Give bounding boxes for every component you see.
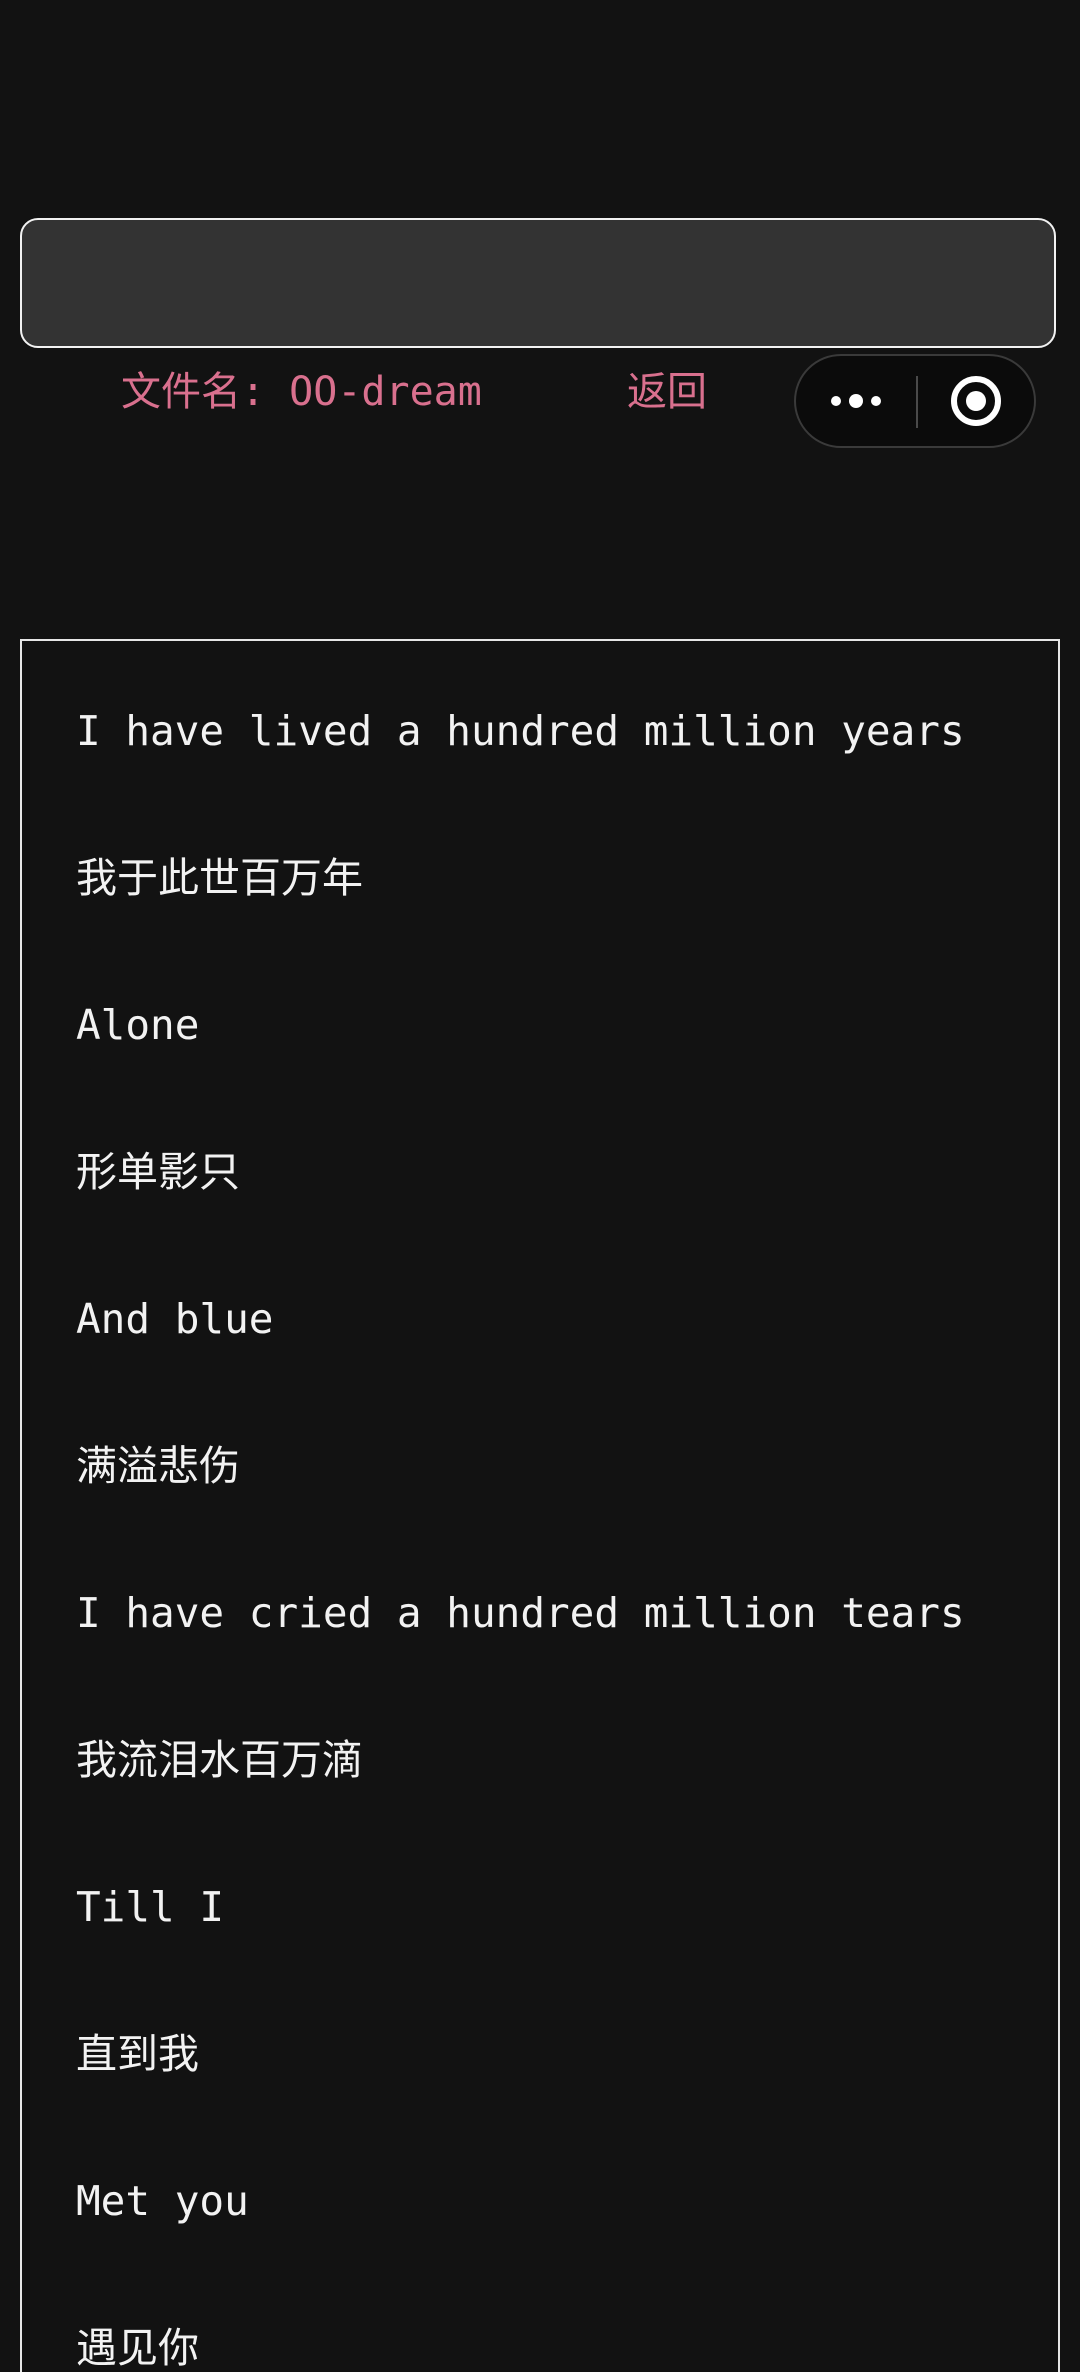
lyric-line: 我于此世百万年	[76, 854, 363, 902]
mini-program-capsule	[794, 354, 1036, 448]
lyric-line: Met you	[76, 2177, 249, 2225]
lyric-line: I have lived a hundred million years	[76, 707, 965, 755]
lyric-line: I have cried a hundred million tears	[76, 1589, 965, 1637]
lyric-line: Alone	[76, 1001, 200, 1049]
lyrics-content-box: I have lived a hundred million years 我于此…	[20, 639, 1060, 2372]
lyric-line: Till I	[76, 1883, 225, 1931]
page: 文件名: OO-dream 返回 I have lived a hundred …	[0, 0, 1080, 2372]
search-input-box[interactable]	[20, 218, 1056, 348]
lyric-line: 我流泪水百万滴	[76, 1736, 363, 1784]
target-close-icon	[951, 376, 1001, 426]
lyric-line: 满溢悲伤	[76, 1442, 240, 1490]
more-dots-icon	[831, 394, 881, 408]
lyric-line: 形单影只	[76, 1148, 240, 1196]
lyric-line: 直到我	[76, 2030, 199, 2078]
file-name-label: 文件名: OO-dream	[121, 369, 482, 415]
lyric-line: And blue	[76, 1295, 274, 1343]
lyric-line: 遇见你	[76, 2324, 199, 2372]
back-button[interactable]: 返回	[627, 362, 707, 422]
close-button[interactable]	[918, 356, 1034, 446]
more-button[interactable]	[796, 356, 916, 446]
